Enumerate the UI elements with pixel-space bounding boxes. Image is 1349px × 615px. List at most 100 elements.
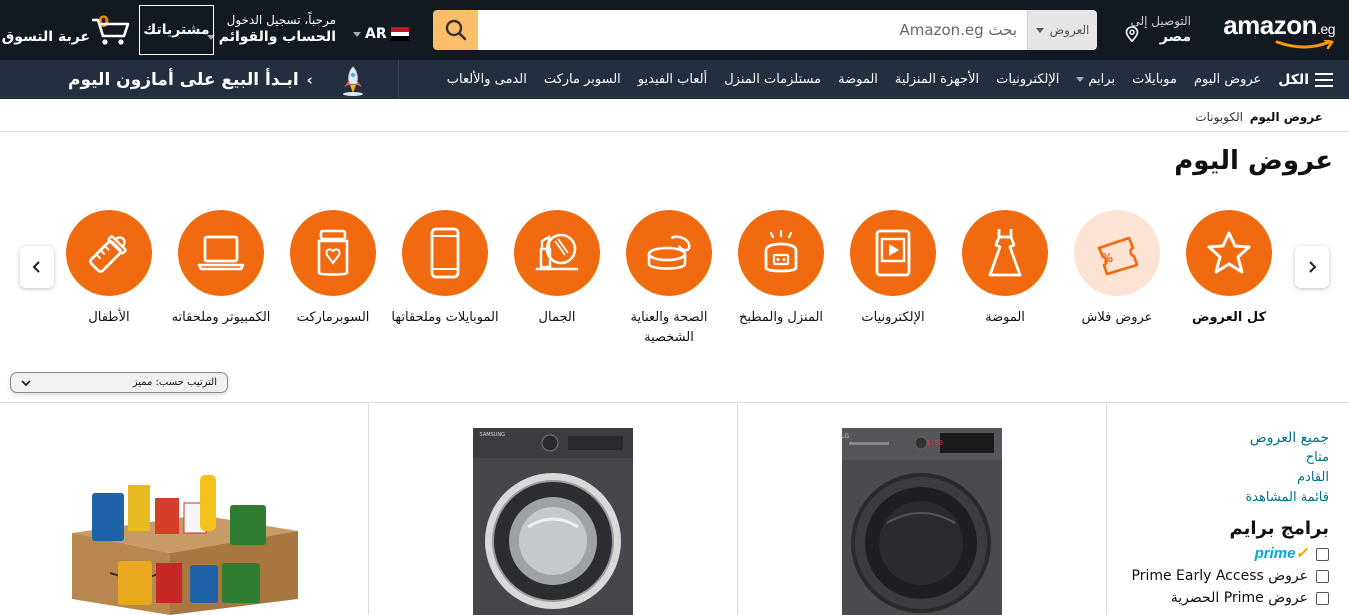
svg-text:LG: LG — [841, 433, 849, 440]
category-label: الجمال — [538, 310, 576, 325]
category-label: الكمبيوتر وملحقاته — [171, 310, 271, 325]
checkbox[interactable] — [1316, 547, 1329, 561]
promo-text: ابـدأ البيع على أمازون اليوم — [68, 70, 299, 90]
prime-exclusive-option[interactable]: عروض Prime الحصرية — [1109, 587, 1329, 609]
amazon-logo[interactable]: amazon.eg — [1215, 12, 1335, 50]
jar-icon — [317, 229, 349, 276]
category-circle — [66, 210, 152, 296]
category-circle — [962, 210, 1048, 296]
category-mobiles[interactable]: الموبايلات وملحقاتها — [390, 210, 500, 350]
checkbox[interactable] — [1316, 591, 1329, 605]
nav-item-prime[interactable]: برايم — [1076, 72, 1115, 87]
chevron-down-icon — [21, 379, 31, 386]
carousel-next-button[interactable] — [1295, 246, 1329, 288]
nav-item-toys[interactable]: الدمى والألعاب — [447, 72, 527, 87]
category-circle — [1186, 210, 1272, 296]
tab-todays-deals[interactable]: عروض اليوم — [1250, 110, 1323, 124]
filters-sidebar: جميع العروض متاح القادم قائمة المشاهدة ب… — [1109, 428, 1329, 609]
nav-item-todays-deals[interactable]: عروض اليوم — [1194, 72, 1261, 87]
category-circle — [514, 210, 600, 296]
nav-item-home-supplies[interactable]: مستلزمات المنزل — [724, 72, 821, 87]
nav-item-video-games[interactable]: ألعاب الفيديو — [638, 72, 707, 87]
prime-early-access-option[interactable]: عروض Prime Early Access — [1109, 565, 1329, 587]
product-card-lg-washer[interactable]: LG 4:50 — [737, 403, 1106, 615]
language-selector[interactable]: AR — [353, 24, 409, 44]
deliver-label: التوصيل إلى — [1130, 14, 1191, 28]
washing-machine-image: SAMSUNG — [473, 428, 633, 615]
category-health-care[interactable]: الصحة والعناية الشخصية — [614, 210, 724, 350]
filter-upcoming[interactable]: القادم — [1109, 468, 1329, 488]
category-circle — [402, 210, 488, 296]
account-and-lists[interactable]: مرحباً، تسجيل الدخول الحساب والقوائم — [206, 13, 336, 49]
baby-bottle-icon — [89, 235, 127, 273]
account-label: الحساب والقوائم — [218, 29, 336, 45]
sort-dropdown[interactable]: الترتيب حسب: مميز — [10, 372, 228, 393]
logo-smile-icon — [1275, 40, 1334, 50]
carousel-prev-button[interactable] — [20, 246, 54, 288]
category-circle — [738, 210, 824, 296]
chevron-down-icon — [1035, 27, 1044, 33]
category-flash-deals[interactable]: % عروض فلاش — [1062, 210, 1172, 350]
laptop-icon — [197, 235, 245, 271]
svg-text:4:50: 4:50 — [926, 439, 943, 447]
orders-label: مشترياتك — [143, 22, 210, 38]
category-circle — [626, 210, 712, 296]
search-icon — [445, 19, 466, 41]
category-circle — [290, 210, 376, 296]
rocket-icon — [343, 66, 363, 96]
search-bar: العروض — [433, 10, 1097, 50]
prime-filter-option[interactable]: prime✓ — [1109, 543, 1329, 565]
category-label: الموبايلات وملحقاتها — [391, 310, 499, 325]
nav-item-electronics[interactable]: الإلكترونيات — [996, 72, 1059, 87]
promo-text-row: › ابـدأ البيع على أمازون اليوم — [68, 70, 313, 90]
category-label: كل العروض — [1191, 310, 1267, 325]
product-card-samsung-washer[interactable]: SAMSUNG — [368, 403, 737, 615]
category-circle — [850, 210, 936, 296]
cart-label: عربة التسوق — [1, 29, 90, 45]
mirror-lipstick-icon — [535, 233, 579, 271]
category-kids[interactable]: الأطفال — [54, 210, 164, 350]
coupon-icon: % — [1097, 236, 1139, 276]
all-menu-button[interactable]: الكل — [1278, 72, 1333, 88]
category-beauty[interactable]: الجمال — [502, 210, 612, 350]
cart-button[interactable]: 0 عربة التسوق — [2, 12, 130, 50]
sell-on-amazon-promo[interactable]: › ابـدأ البيع على أمازون اليوم — [68, 65, 368, 96]
tab-coupons[interactable]: الكوبونات — [1195, 110, 1243, 124]
prime-logo-icon: prime✓ — [1254, 545, 1308, 562]
nav-item-home-appliances[interactable]: الأجهزة المنزلية — [895, 72, 979, 87]
nav-divider — [398, 60, 399, 99]
deals-subnav: عروض اليوم الكوبونات — [0, 99, 1349, 132]
page-title: عروض اليوم — [1174, 146, 1333, 176]
filter-watchlist[interactable]: قائمة المشاهدة — [1109, 488, 1329, 508]
category-label: السوبرماركت — [296, 310, 370, 325]
cream-jar-icon — [647, 235, 691, 270]
rice-cooker-icon — [764, 229, 798, 273]
nav-item-fashion[interactable]: الموضة — [838, 72, 878, 87]
category-electronics[interactable]: الإلكترونيات — [838, 210, 948, 350]
category-home-kitchen[interactable]: المنزل والمطبخ — [726, 210, 836, 350]
search-button[interactable] — [433, 10, 478, 50]
category-label: الموضة — [985, 310, 1025, 325]
filter-all-deals[interactable]: جميع العروض — [1109, 428, 1329, 448]
orders-button[interactable]: مشترياتك — [139, 5, 214, 55]
chevron-left-icon — [32, 261, 40, 273]
product-card-grocery-box[interactable] — [0, 403, 368, 615]
category-label: عروض فلاش — [1081, 310, 1153, 325]
category-label: الإلكترونيات — [861, 310, 925, 325]
nav-item-mobiles[interactable]: موبايلات — [1132, 72, 1177, 87]
category-supermarket[interactable]: السوبرماركت — [278, 210, 388, 350]
nav-item-supermarket[interactable]: السوبر ماركت — [544, 72, 621, 87]
nav-item-prime-label: برايم — [1088, 72, 1116, 87]
account-label-row: الحساب والقوائم — [206, 29, 336, 45]
search-category-label: العروض — [1049, 23, 1090, 37]
column-divider — [1106, 402, 1107, 615]
category-computers[interactable]: الكمبيوتر وملحقاته — [166, 210, 276, 350]
category-all-deals[interactable]: كل العروض — [1174, 210, 1284, 350]
category-fashion[interactable]: الموضة — [950, 210, 1060, 350]
checkbox[interactable] — [1316, 569, 1329, 583]
filter-available[interactable]: متاح — [1109, 448, 1329, 468]
search-category-select[interactable]: العروض — [1027, 10, 1097, 50]
hamburger-icon — [1315, 72, 1333, 87]
deliver-to-location[interactable]: التوصيل إلى مصر — [1121, 14, 1191, 46]
search-input[interactable] — [478, 10, 1027, 50]
